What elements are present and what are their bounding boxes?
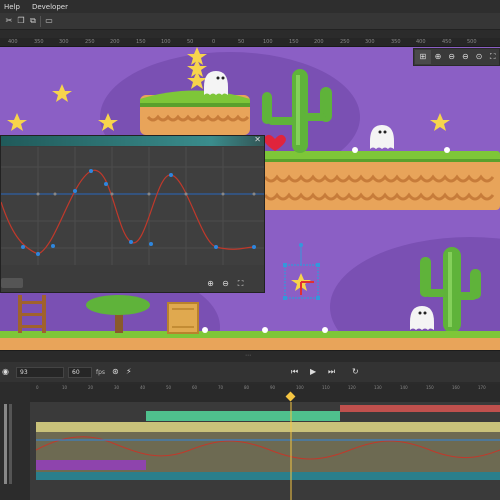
fps-label: fps [96,369,106,376]
lightning-icon[interactable]: ⚡ [126,367,132,377]
timeline-tick: 50 [166,385,172,390]
ruler-tick: 300 [365,39,375,45]
track-clip-red[interactable] [340,405,500,412]
timeline-tick: 100 [296,385,304,390]
ruler-tick: 500 [467,39,477,45]
timeline-tick: 110 [322,385,330,390]
ruler-tick: 200 [314,39,324,45]
timeline-tick: 40 [140,385,146,390]
ruler-tick: 150 [289,39,299,45]
ruler-tick: 200 [110,39,120,45]
scissors-icon[interactable]: ✂ [4,16,14,26]
timeline-tick: 0 [36,385,39,390]
monitor-icon[interactable]: ▭ [44,16,54,26]
timeline-tick: 150 [426,385,434,390]
main-toolbar: ✂ ❐ ⧉ ▭ [0,13,500,30]
toolbar-separator [40,16,41,27]
scene-viewport[interactable]: ✕ ⊕ ⊖ ⛶ [0,47,500,350]
go-start-icon[interactable]: ⏮ [291,367,298,377]
timeline-tick: 30 [114,385,120,390]
ruler-tick: 300 [59,39,69,45]
zoom-in-icon[interactable]: ⊕ [432,50,445,64]
timeline-tick: 70 [218,385,224,390]
zoom-out-icon[interactable]: ⊖ [459,50,472,64]
menu-help[interactable]: Help [4,3,20,11]
ruler-tick: 250 [85,39,95,45]
grid-menu-icon[interactable]: ⊞ [415,50,431,64]
fullscreen-icon[interactable]: ⛶ [486,50,499,64]
horizontal-ruler: 400 350 300 250 200 150 100 50 0 50 100 … [0,38,500,47]
keyframe-point[interactable] [21,169,256,256]
fps-field[interactable]: 60 [68,367,92,378]
animation-curve [1,169,255,255]
ruler-tick: 150 [136,39,146,45]
grip-icon: ⋯ [245,352,251,359]
ruler-tick: 50 [187,39,194,45]
timeline-settings-icon[interactable]: ◉ [2,367,9,377]
panel-divider[interactable]: ⋯ [0,350,500,362]
tracks-artwork [30,402,500,500]
zoom-fit-icon[interactable]: ⊙ [473,50,486,64]
track-headers [0,382,30,500]
floating-platform-large [255,151,500,210]
timeline-tick: 120 [348,385,356,390]
close-icon[interactable]: ✕ [254,135,261,144]
timeline-tick: 20 [88,385,94,390]
ruler-tick: 350 [391,39,401,45]
curve-editor-panel[interactable]: ✕ ⊕ ⊖ ⛶ [0,135,265,293]
timeline-tick: 10 [62,385,68,390]
ruler-tick: 400 [416,39,426,45]
selected-star-gizmo[interactable] [283,243,320,300]
ruler-tick: 350 [34,39,44,45]
ghost [370,125,394,149]
globe-icon[interactable]: ⊛ [112,367,119,377]
track-clip-teal[interactable] [36,472,500,480]
ruler-tick: 100 [263,39,273,45]
zoom-out-icon[interactable]: ⊖ [445,50,458,64]
timeline-tick: 140 [400,385,408,390]
wooden-crate [167,302,199,334]
zoom-out-icon[interactable]: ⊖ [220,278,231,289]
menu-developer[interactable]: Developer [32,3,68,11]
ghost [204,71,228,95]
fit-icon[interactable]: ⛶ [235,278,246,289]
timeline-tick: 130 [374,385,382,390]
copy-icon[interactable]: ❐ [16,16,26,26]
timeline-tick: 170 [478,385,486,390]
ruler-tick: 0 [212,39,216,45]
timeline-tick: 160 [452,385,460,390]
go-end-icon[interactable]: ⏭ [328,367,335,377]
track-clip-green[interactable] [146,411,340,421]
menu-bar: Help Developer [0,0,500,13]
ruler-tick: 50 [238,39,245,45]
ghost [410,306,434,330]
paste-icon[interactable]: ⧉ [28,16,38,26]
curve-value-input[interactable] [1,278,23,288]
play-icon[interactable]: ▶ [310,367,316,377]
loop-icon[interactable]: ↻ [352,367,359,377]
track-clip-purple[interactable] [36,460,146,470]
track-color-strip [4,404,7,484]
frame-field[interactable]: 93 [16,367,64,378]
floating-platform-small [140,90,250,135]
zoom-in-icon[interactable]: ⊕ [205,278,216,289]
track-color-strip [9,404,12,484]
timeline-tick: 90 [270,385,276,390]
ruler-tick: 450 [442,39,452,45]
ruler-tick: 100 [161,39,171,45]
ruler-tick: 250 [340,39,350,45]
curve-graph[interactable] [1,147,264,265]
track-clip-yellow[interactable] [36,422,500,432]
ruler-tick: 400 [8,39,18,45]
timeline-ruler[interactable]: 0 10 20 30 40 50 60 70 80 90 100 110 120… [30,384,500,402]
timeline-tick: 60 [192,385,198,390]
curve-editor-titlebar[interactable] [1,136,264,146]
timeline-tick: 80 [244,385,250,390]
timeline-tracks[interactable] [30,402,500,500]
scene-zoom-toolbar: ⊞ ⊕ ⊖ ⊖ ⊙ ⛶ [413,48,500,66]
ground [0,331,500,350]
